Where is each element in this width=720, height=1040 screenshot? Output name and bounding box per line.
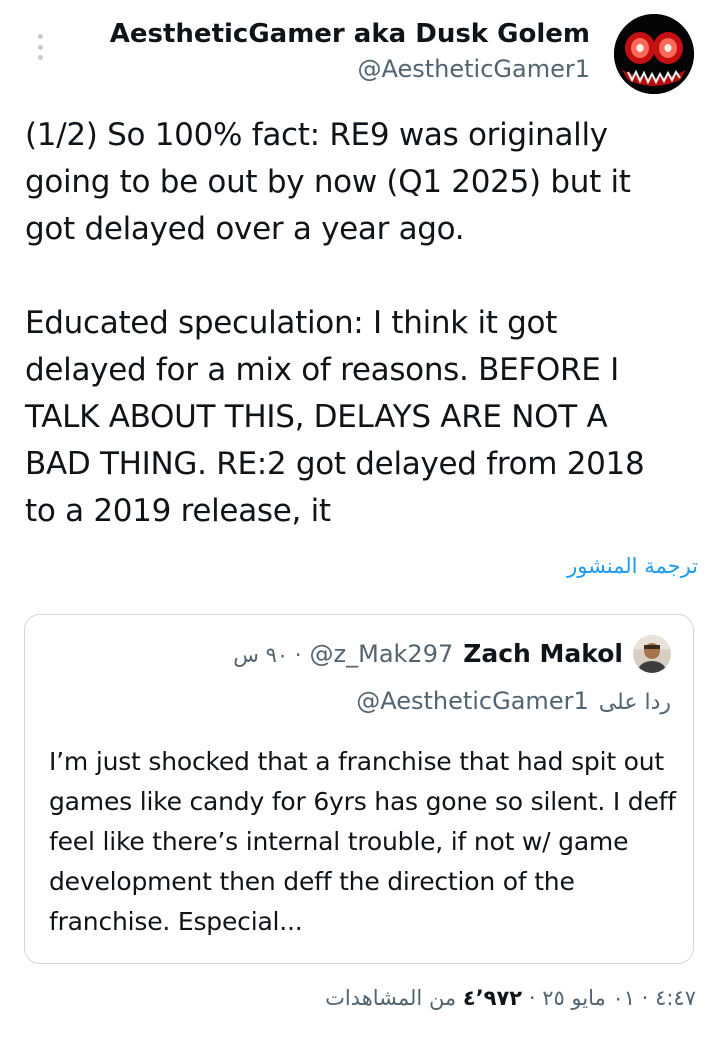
author-handle[interactable]: @AestheticGamer1 <box>110 52 590 86</box>
translate-post-link[interactable]: ترجمة المنشور <box>567 549 698 583</box>
tweet-time: ٤:٤٧ <box>655 986 696 1010</box>
reply-to-label: ردا على <box>598 690 671 715</box>
quoted-tweet-card[interactable]: · ٩٠ س @z_Mak297 Zach Makol @AestheticGa… <box>24 614 694 964</box>
views-label: من المشاهدات <box>325 986 457 1010</box>
person-avatar-icon <box>633 635 671 673</box>
quoted-tweet-time: · ٩٠ س <box>233 643 302 667</box>
reply-to-handle[interactable]: @AestheticGamer1 <box>356 683 589 719</box>
author-avatar[interactable] <box>614 14 694 94</box>
reply-to-line: @AestheticGamer1 ردا على <box>356 683 671 721</box>
views-count: ٤٬٩٧٢ <box>462 986 523 1010</box>
meta-separator: · <box>528 986 536 1010</box>
quoted-author-name: Zach Makol <box>463 639 623 668</box>
tweet-meta: ٤:٤٧ · ٠١ مايو ٢٥ · ٤٬٩٧٢ من المشاهدات <box>325 981 696 1015</box>
quoted-author-handle: @z_Mak297 <box>309 640 454 668</box>
quoted-author-avatar <box>633 635 671 673</box>
tweet-date: ٠١ مايو ٢٥ <box>542 986 636 1010</box>
author-info[interactable]: AestheticGamer aka Dusk Golem @Aesthetic… <box>110 16 590 86</box>
more-options-icon[interactable] <box>33 34 47 60</box>
author-name[interactable]: AestheticGamer aka Dusk Golem <box>110 16 590 52</box>
quoted-tweet-text: I’m just shocked that a franchise that h… <box>49 747 676 936</box>
tweet-text: (1/2) So 100% fact: RE9 was originally g… <box>25 117 645 529</box>
quoted-tweet-header: · ٩٠ س @z_Mak297 Zach Makol <box>233 639 623 668</box>
demon-face-icon <box>614 14 694 94</box>
meta-separator: · <box>641 986 649 1010</box>
